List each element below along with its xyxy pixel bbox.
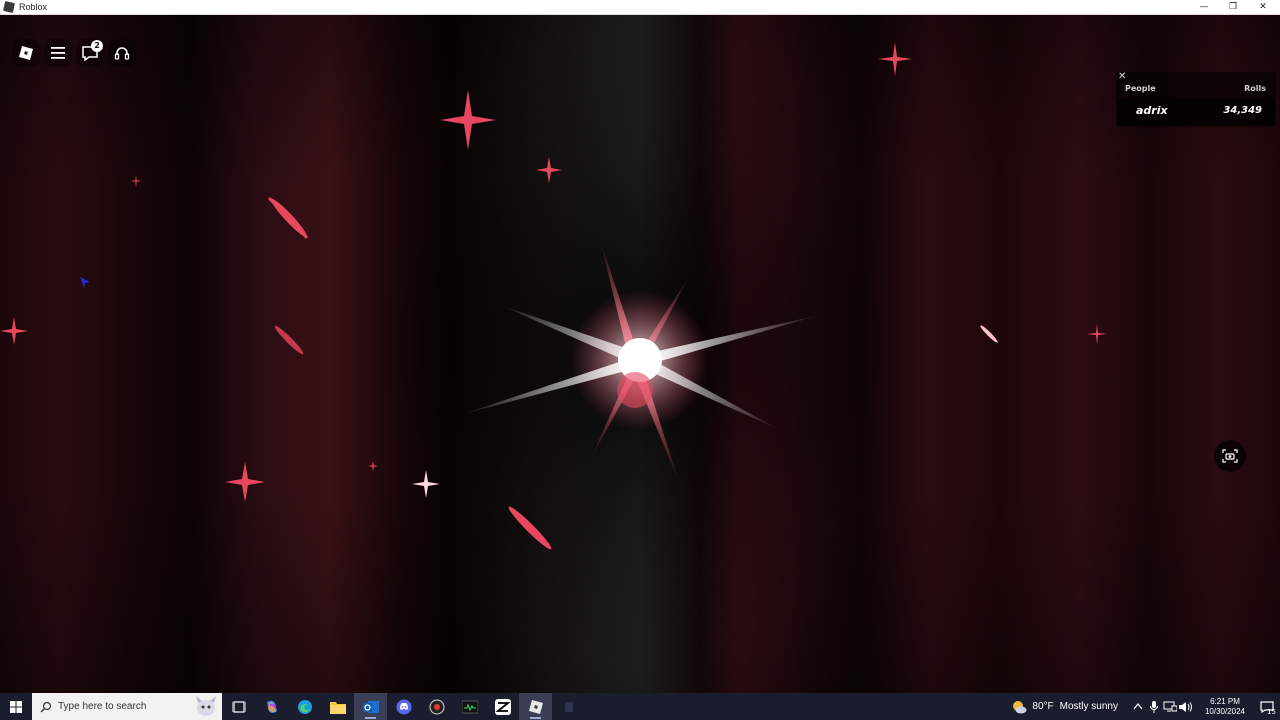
sparkle-shard [268,197,308,239]
microphone-icon [1150,700,1158,713]
start-button[interactable] [0,693,32,720]
sparkle-star [1087,324,1107,344]
windows-logo-icon [10,700,22,713]
clock-date: 10/30/2024 [1204,706,1246,716]
sun-cloud-icon [1013,700,1027,713]
sparkle-star [0,317,28,345]
chat-notification-badge: 2 [91,40,103,52]
roblox-toolbar: 2 [12,39,136,67]
taskbar-app-outlook[interactable] [354,693,387,720]
capcut-icon [494,698,511,715]
player-leaderboard: ✕ People Rolls adrix 34,349 [1116,71,1276,127]
roblox-app-icon [3,1,15,13]
search-icon [40,701,52,712]
weather-condition: Mostly sunny [1059,701,1118,712]
microphone-tray-button[interactable] [1146,693,1162,720]
sparkle-star [130,175,142,187]
sparkle-star-white [412,470,440,498]
search-highlight-icon [196,696,216,716]
window-title: Roblox [19,2,48,12]
close-window-button[interactable]: ✕ [1248,0,1278,15]
task-view-icon [231,700,246,713]
generic-app-icon [564,701,573,712]
chevron-up-icon [1133,703,1143,710]
column-header-rolls: Rolls [1244,84,1266,93]
sparkle-shard [980,325,998,343]
roblox-menu-button[interactable] [12,39,40,67]
sparkle-star [368,461,378,471]
window-titlebar: Roblox — ❐ ✕ [0,0,1280,15]
notification-center-button[interactable]: 15 [1254,693,1280,720]
taskbar-app-copilot[interactable] [255,693,288,720]
monitor-app-icon [461,700,478,713]
camera-icon [1222,449,1238,463]
central-star-flare [460,240,820,485]
hamburger-menu-button[interactable] [44,39,72,67]
player-rolls: 34,349 [1223,105,1262,116]
taskbar-app-discord[interactable] [387,693,420,720]
voice-button[interactable] [108,39,136,67]
leaderboard-close-icon[interactable]: ✕ [1118,71,1126,82]
sparkle-shard [274,325,304,355]
player-name: adrix [1136,104,1168,117]
discord-icon [396,699,411,714]
weather-temperature: 80°F [1032,701,1054,712]
roblox-taskbar-icon [528,699,543,714]
obs-recorder-icon [429,699,444,714]
capture-button[interactable] [1214,440,1246,472]
sparkle-shard [508,506,552,550]
leaderboard-row[interactable]: adrix 34,349 [1118,99,1274,125]
edge-browser-icon [297,699,312,714]
network-tray-button[interactable] [1162,693,1178,720]
taskbar-app-recorder[interactable] [420,693,453,720]
voice-icon [114,46,130,60]
taskbar-app-terminal[interactable] [453,693,486,720]
sparkle-star [225,462,265,502]
minimize-button[interactable]: — [1189,0,1219,15]
system-tray: 80°F Mostly sunny 6:21 PM 10/30/2024 15 [1011,693,1280,720]
volume-tray-button[interactable] [1178,693,1194,720]
sparkle-star [440,90,496,150]
network-icon [1163,701,1177,712]
windows-taskbar: Type here to search 80°F Mostly sunny 6:… [0,693,1280,720]
copilot-icon [266,700,277,713]
taskbar-clock[interactable]: 6:21 PM 10/30/2024 [1196,697,1254,717]
tray-overflow-button[interactable] [1130,693,1146,720]
speaker-icon [1179,701,1192,712]
weather-widget[interactable]: 80°F Mostly sunny [1011,700,1118,714]
taskbar-app-file-explorer[interactable] [321,693,354,720]
search-placeholder: Type here to search [58,701,147,712]
outlook-icon [362,700,379,713]
taskbar-app-capcut[interactable] [486,693,519,720]
task-view-button[interactable] [222,693,255,720]
roblox-logo-icon [19,46,33,60]
menu-icon [51,47,65,59]
sparkle-star [878,42,912,76]
folder-icon [329,701,346,714]
taskbar-app-roblox[interactable] [519,693,552,720]
mouse-cursor-dot [80,277,90,288]
leaderboard-header: People Rolls [1116,84,1276,96]
chat-button[interactable]: 2 [76,39,104,67]
taskbar-app-unknown[interactable] [552,693,585,720]
sparkle-star [536,157,562,183]
taskbar-search-box[interactable]: Type here to search [32,693,222,720]
restore-button[interactable]: ❐ [1218,0,1248,15]
notification-count: 15 [1267,708,1276,716]
clock-time: 6:21 PM [1210,696,1240,706]
column-header-people: People [1125,84,1156,93]
game-viewport[interactable]: 2 ✕ People Rolls adrix 34,349 [0,15,1280,693]
taskbar-app-edge[interactable] [288,693,321,720]
